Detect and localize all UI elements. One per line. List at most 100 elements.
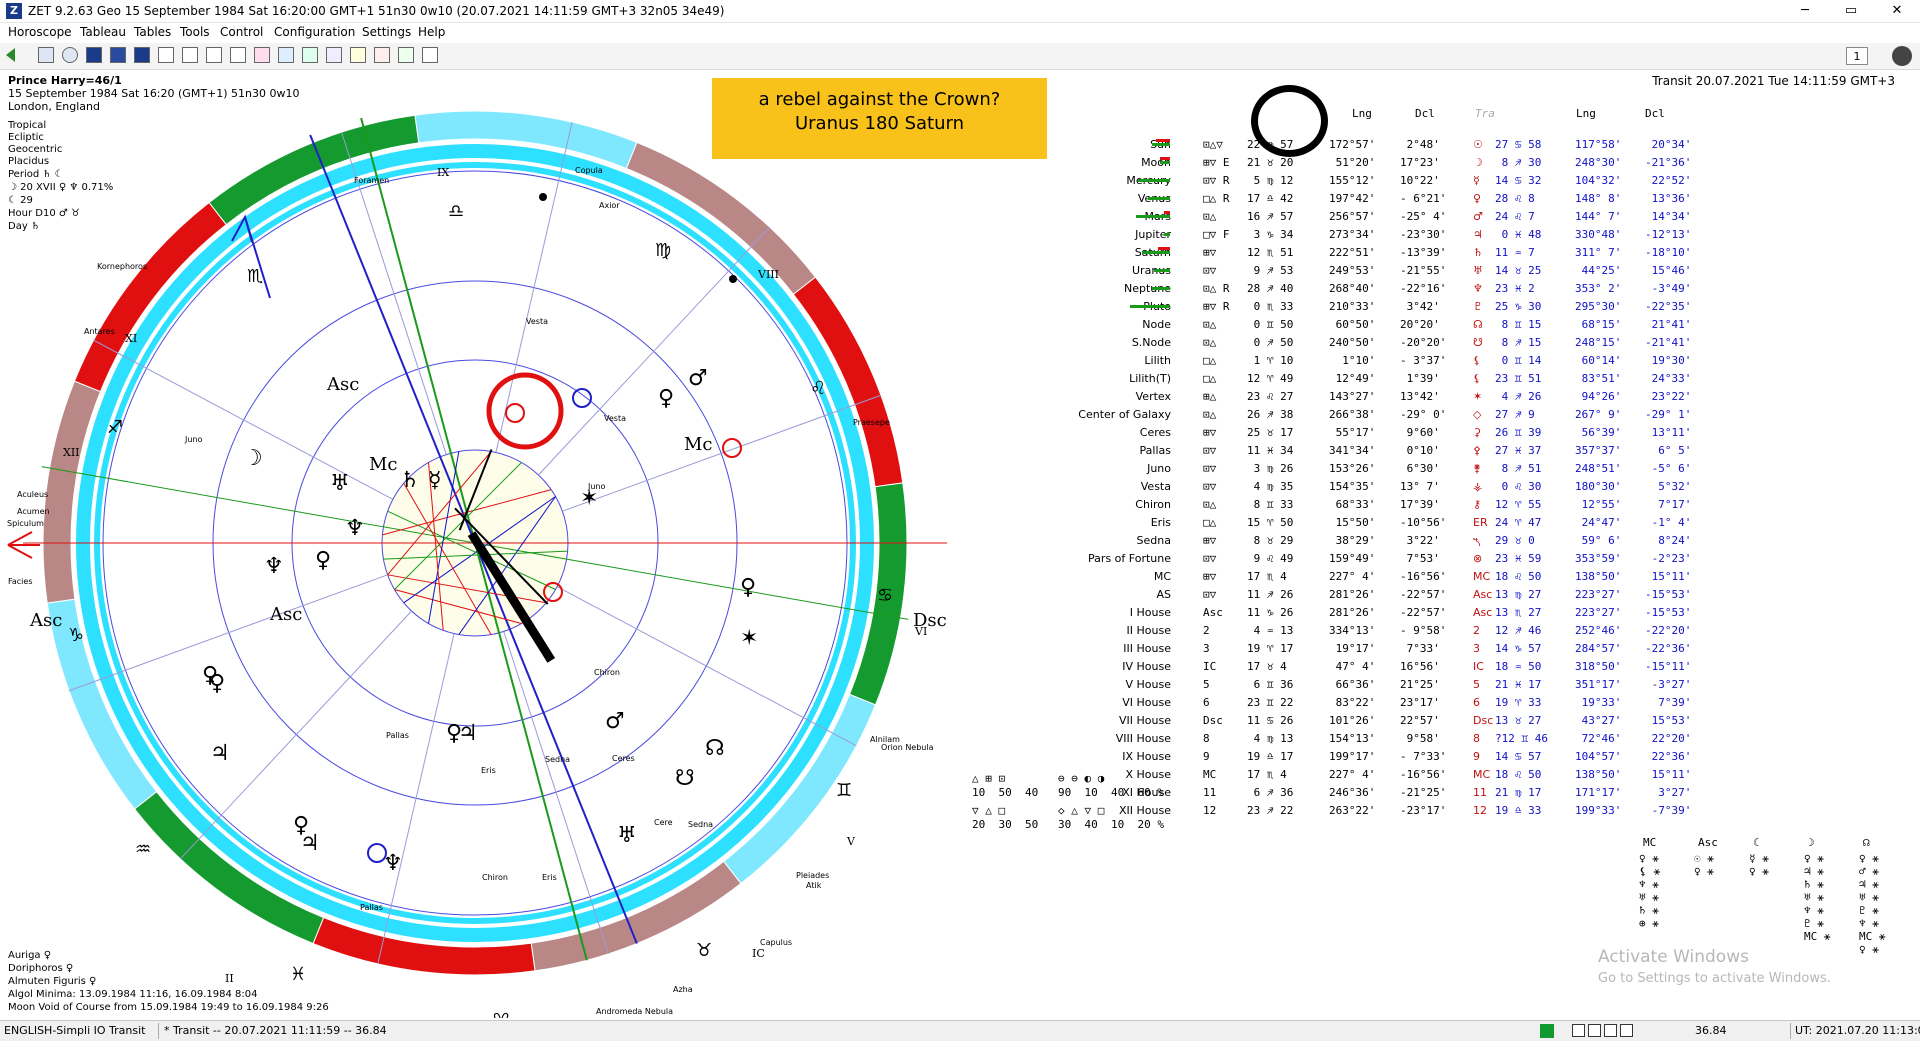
transit-position: 24 ♌ 7 (1495, 210, 1535, 223)
planet-row[interactable]: Center of Galaxy ⊡△ 26 ♐ 38 266°38' -29° 0' ◇… (985, 406, 1691, 424)
planet-glyph: ♂ (605, 709, 625, 734)
planet-row[interactable]: S.Node ⊡△ 0 ♐ 50 240°50' -20°20' ☋ 8 ♐ 15 248… (985, 334, 1692, 352)
planet-row[interactable]: I House Asc 11 ♑ 26 281°26' -22°57' Asc 13 ♏ 2… (985, 604, 1692, 622)
toolbar-transit-icon[interactable] (278, 47, 294, 63)
menu-help[interactable]: Help (418, 25, 445, 39)
menu-horoscope[interactable]: Horoscope (8, 25, 72, 39)
toolbar-aspect-icon[interactable] (182, 47, 198, 63)
planet-row[interactable]: Mercury⊡▽ R 5 ♍ 12155°12'10°22'☿14 ♋ 321… (985, 172, 1691, 190)
asc-arrow-icon (7, 531, 40, 559)
planet-row[interactable]: Sedna ⊞▽ 8 ♉ 29 38°29' 3°22' ⯲ 29 ♉ 0 59° 6… (985, 532, 1692, 550)
planet-row[interactable]: Vesta ⊡▽ 4 ♍ 35 154°35' 13° 7' ⚶ 0 ♌ 30 180°3… (985, 478, 1692, 496)
aspect-symbols: 8 (1203, 732, 1210, 745)
menu-configuration[interactable]: Configuration (274, 25, 355, 39)
planet-name: Vertex (1135, 390, 1171, 403)
toolbar-print-icon[interactable] (158, 47, 174, 63)
planet-row[interactable]: Sun⊡△▽22 ♍ 57172°57' 2°48'☉27 ♋ 58117°58… (985, 136, 1691, 154)
status-icon-2[interactable] (1588, 1024, 1601, 1037)
planet-row[interactable]: AS ⊡▽ 11 ♐ 26 281°26' -22°57' Asc 13 ♍ 27 223°2… (985, 586, 1691, 604)
toolbar-wheel-icon[interactable] (110, 47, 126, 63)
transit-position: 24 ♈ 47 (1495, 516, 1542, 529)
planet-row[interactable]: Pluto⊞▽ R 0 ♏ 33210°33' 3°42'♇25 ♑ 30295… (985, 298, 1691, 316)
planet-row[interactable]: IV House IC 17 ♉ 4 47° 4' 16°56' IC 18 ♒ 50 31… (985, 658, 1691, 676)
menu-tables[interactable]: Tables (134, 25, 171, 39)
maximize-button[interactable]: ▭ (1828, 0, 1874, 22)
planet-row[interactable]: MC ⊞▽ 17 ♏ 4 227° 4' -16°56' MC 18 ♌ 50 138°50'… (985, 568, 1692, 586)
planet-name: Ceres (1139, 426, 1171, 439)
planet-row[interactable]: Uranus ⊡▽ 9 ♐ 53 249°53' -21°55' ♅ 14 ♉ 25 44… (985, 262, 1691, 280)
planet-row[interactable]: III House 3 19 ♈ 17 19°17' 7°33' 3 14 ♑ 57 28… (985, 640, 1691, 658)
menu-settings[interactable]: Settings (362, 25, 411, 39)
transit-declination: -18°10' (1645, 246, 1692, 259)
planet-row[interactable]: Vertex ⊞△ 23 ♌ 27 143°27' 13°42' ✶ 4 ♐ 26 94°… (985, 388, 1692, 406)
planet-row[interactable]: Mars⊡△16 ♐ 57256°57'-25° 4'♂24 ♌ 7144° 7… (985, 208, 1691, 226)
natal-position: 1 ♈ 10 (1247, 354, 1294, 367)
toolbar-grid-icon[interactable] (38, 47, 54, 63)
transit-longitude: 252°46' (1575, 624, 1622, 637)
toolbar-map-icon[interactable] (254, 47, 270, 63)
planet-row[interactable]: Saturn⊞▽12 ♏ 51222°51'-13°39'♄11 ♒ 7311°… (985, 244, 1692, 262)
status-icon-3[interactable] (1604, 1024, 1617, 1037)
planet-row[interactable]: VII House Dsc 11 ♋ 26 101°26' 22°57' Dsc 13 ♉ … (985, 712, 1691, 730)
toolbar-stats-icon[interactable] (422, 47, 438, 63)
house-number: XI (125, 332, 137, 345)
natal-longitude: 15°50' (1329, 516, 1376, 529)
planet-row[interactable]: Juno ⊡▽ 3 ♍ 26 153°26' 6°30' ⚵ 8 ♐ 51 248°51… (985, 460, 1691, 478)
star-label: Spiculum (7, 519, 44, 528)
back-arrow-icon[interactable] (6, 48, 15, 62)
toolbar-tools-icon[interactable] (374, 47, 390, 63)
angle-label: Dsc (913, 610, 947, 631)
transit-longitude: 318°50' (1575, 660, 1622, 673)
toolbar-table-icon[interactable] (134, 47, 150, 63)
planet-row[interactable]: VI House 6 23 ♊ 22 83°22' 23°17' 6 19 ♈ 33 19… (985, 694, 1691, 712)
planet-row[interactable]: Pars of Fortune ⊡▽ 9 ♌ 49 159°49' 7°53' ⊗ 23… (985, 550, 1691, 568)
toolbar-dial-icon[interactable] (302, 47, 318, 63)
natal-longitude: 240°50' (1329, 336, 1376, 349)
minimize-button[interactable]: ─ (1782, 0, 1828, 22)
close-button[interactable]: ✕ (1874, 0, 1920, 22)
toolbar-window-icon[interactable] (206, 47, 222, 63)
planet-row[interactable]: VIII House 8 4 ♍ 13 154°13' 9°58' 8 ?12 ♊ 46… (985, 730, 1692, 748)
planet-row[interactable]: II House 2 4 ♒ 13 334°13' - 9°58' 2 12 ♐ 46 25… (985, 622, 1692, 640)
planet-row[interactable]: IX House 9 19 ♎ 17 199°17' - 7°33' 9 14 ♋ 57 10… (985, 748, 1691, 766)
transit-glyph: Asc (1473, 606, 1493, 619)
natal-longitude: 334°13' (1329, 624, 1376, 637)
status-icon-4[interactable] (1620, 1024, 1633, 1037)
cusp-dot (729, 275, 737, 283)
transit-position: 18 ♌ 50 (1495, 768, 1542, 781)
toolbar-graph-icon[interactable] (398, 47, 414, 63)
planet-row[interactable]: Lilith(T) □△ 12 ♈ 49 12°49' 1°39' ⚸ 23 ♊ 51 … (985, 370, 1691, 388)
planet-row[interactable]: Venus□△ R17 ♎ 42197°42'- 6°21'♀28 ♌ 8148… (985, 190, 1691, 208)
menu-tools[interactable]: Tools (180, 25, 210, 39)
status-icon-1[interactable] (1572, 1024, 1585, 1037)
house-number: XII (63, 446, 80, 459)
planet-row[interactable]: Chiron ⊡△ 8 ♊ 33 68°33' 17°39' ⚷ 12 ♈ 55 12°… (985, 496, 1691, 514)
planet-row[interactable]: Neptune ⊡△ R 28 ♐ 40 268°40' -22°16' ♆ 23 ♓ 23… (985, 280, 1691, 298)
planet-row[interactable]: V House 5 6 ♊ 36 66°36' 21°25' 5 21 ♓ 17 351°… (985, 676, 1692, 694)
transit-longitude: 330°48' (1575, 228, 1622, 241)
transit-glyph: MC (1473, 570, 1491, 583)
spin-input[interactable]: 1 (1846, 47, 1868, 65)
toolbar-globe-icon[interactable] (62, 47, 78, 63)
clock-icon[interactable] (1892, 46, 1912, 66)
transit-declination: -15°53' (1645, 588, 1692, 601)
planet-row[interactable]: Pallas ⊡▽ 11 ♓ 34 341°34' 0°10' ⚴ 27 ♓ 37 357°… (985, 442, 1692, 460)
planet-row[interactable]: Jupiter □▽ F 3 ♑ 34 273°34' -23°30' ♃ 0 ♓ 48… (985, 226, 1691, 244)
natal-longitude: 197°42' (1329, 192, 1376, 205)
toolbar-star-icon[interactable] (326, 47, 342, 63)
natal-declination: 2°48' (1400, 138, 1440, 151)
toolbar-chart-icon[interactable] (86, 47, 102, 63)
menu-tableau[interactable]: Tableau (80, 25, 126, 39)
planet-row[interactable]: Lilith □△ 1 ♈ 10 1°10' - 3°37' ⚸ 0 ♊ 14 60°… (985, 352, 1691, 370)
horoscope-chart: IXVIIIVIVICIIIIIXIIXIAscDscAscMcMcAsc♄☿♅… (7, 110, 947, 1018)
toolbar-list-icon[interactable] (230, 47, 246, 63)
planet-row[interactable]: Ceres ⊞▽ 25 ♉ 17 55°17' 9°60' ⚳ 26 ♊ 39 56°3… (985, 424, 1692, 442)
planet-row[interactable]: Node ⊡△ 0 ♊ 50 60°50' 20°20' ☊ 8 ♊ 15 68°15… (985, 316, 1691, 334)
toolbar-settings-icon[interactable] (350, 47, 366, 63)
planet-row[interactable]: Moon ⊞▽ E 21 ♉ 20 51°20' 17°23' ☽ 8 ♐ 30 248°… (985, 154, 1691, 172)
stats-symbols-2: ▽ △ □ (972, 804, 1006, 817)
status-separator (158, 1023, 159, 1039)
menu-control[interactable]: Control (220, 25, 263, 39)
planet-row[interactable]: Eris □△ 15 ♈ 50 15°50' -10°56' ER 24 ♈ 47 24°… (985, 514, 1692, 532)
activate-windows-watermark: Activate Windows Go to Settings to activ… (1598, 946, 1831, 990)
